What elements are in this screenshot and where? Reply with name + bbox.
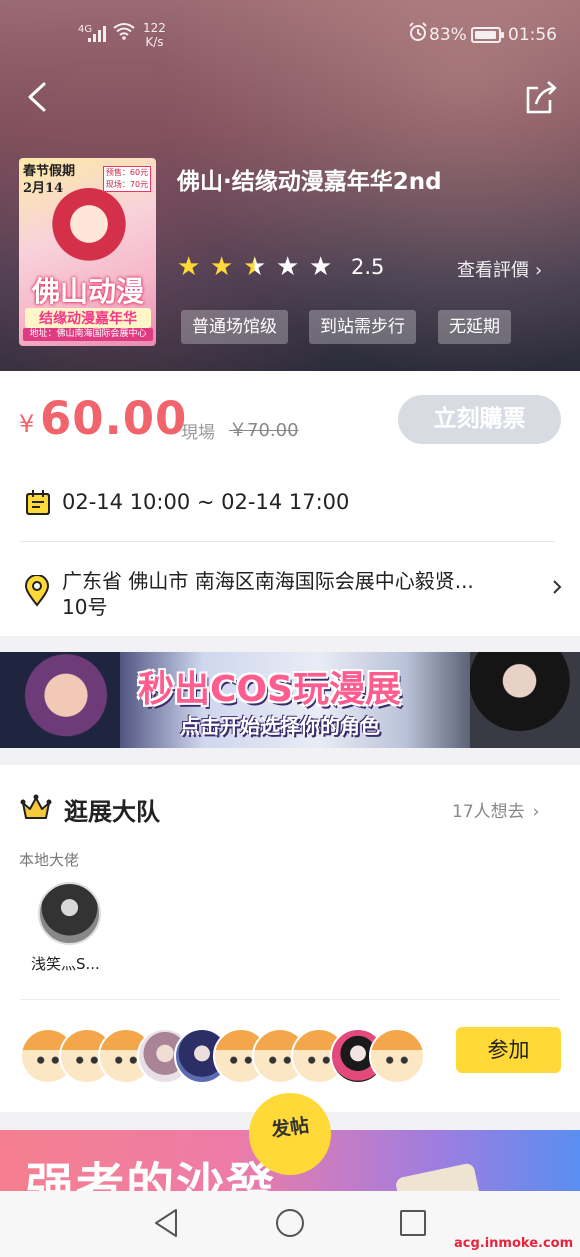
post-button-label: 发帖 (269, 1114, 311, 1142)
onsite-label: 現場 (181, 423, 215, 443)
tag-walk-required: 到站需步行 (309, 310, 416, 344)
banner-subline: 点击开始选择你的角色 (180, 714, 380, 738)
event-poster: 春节假期 2月14 预售：60元 现场：70元 佛山动漫 结缘动漫嘉年华 地址：佛山… (19, 158, 156, 346)
poster-date: 春节假期 2月14 (23, 164, 76, 196)
banner-headline: 秒出COS玩漫展 (138, 669, 401, 710)
star-icon: ★ (243, 252, 267, 282)
buy-ticket-button[interactable]: 立刻購票 (398, 395, 561, 444)
event-title: 佛山·结缘动漫嘉年华2nd (177, 169, 442, 195)
back-button[interactable] (22, 78, 56, 116)
share-icon (526, 81, 557, 114)
poster-venue: 地址：佛山南海国际会展中心 (23, 328, 153, 341)
clock: 01:56 (508, 25, 557, 45)
status-bar: 4G 122 K/s 83% 01:56 (0, 18, 580, 58)
want-to-go-link[interactable]: 17人想去 › (452, 797, 539, 822)
avatar[interactable] (38, 882, 101, 945)
chevron-right-icon: › (532, 802, 540, 822)
join-button[interactable]: 参加 (456, 1027, 561, 1073)
leader-name: 浅笑灬S... (31, 955, 100, 973)
poster-prices: 预售：60元 现场：70元 (103, 166, 151, 192)
chevron-right-icon: › (535, 260, 543, 281)
poster-brand: 佛山动漫 (31, 275, 144, 308)
network-speed: 122 K/s (143, 21, 166, 49)
banner-cosplayer-right (470, 652, 580, 748)
tag-no-delay: 无延期 (438, 310, 511, 344)
view-reviews-link[interactable]: 查看評價 › (457, 256, 542, 282)
cos-promo-banner[interactable]: 秒出COS玩漫展 点击开始选择你的角色 (0, 652, 580, 748)
share-button[interactable] (522, 78, 562, 118)
banner-cosplayer-left (0, 652, 120, 748)
member-avatar[interactable] (369, 1028, 425, 1084)
location-pin-icon (24, 574, 50, 607)
post-button[interactable]: 发帖 (249, 1093, 331, 1175)
address-chevron-icon[interactable] (551, 578, 563, 601)
battery-percent: 83% (429, 25, 467, 45)
nav-home-icon[interactable] (276, 1209, 304, 1237)
star-icon: ★ (276, 252, 300, 282)
local-expert-label: 本地大佬 (19, 851, 80, 869)
star-icon: ★ (309, 252, 333, 282)
alarm-icon (408, 22, 428, 46)
star-icon: ★ (177, 252, 201, 282)
address-line-1[interactable]: 广东省 佛山市 南海区南海国际会展中心毅贤... (62, 565, 474, 594)
watermark: acg.inmoke.com (454, 1236, 574, 1251)
signal-icon (88, 26, 108, 42)
nav-recents-icon[interactable] (400, 1210, 426, 1236)
nav-back-icon[interactable] (152, 1207, 180, 1239)
event-time-range: 02-14 10:00 ~ 02-14 17:00 (62, 490, 350, 514)
divider (20, 541, 555, 542)
calendar-icon (25, 489, 51, 516)
rating-value: 2.5 (351, 255, 385, 279)
poster-character (51, 188, 127, 278)
currency-symbol: ¥ (19, 410, 35, 438)
wifi-icon (113, 22, 135, 45)
address-line-2[interactable]: 10号 (62, 591, 107, 620)
star-icon: ★ (210, 252, 234, 282)
tag-venue-level: 普通场馆级 (181, 310, 288, 344)
original-price: ￥70.00 (229, 420, 299, 441)
ticket-price: 60.00 (40, 392, 188, 445)
group-title: 逛展大队 (64, 798, 160, 826)
event-header: 4G 122 K/s 83% 01:56 春节假期 2月14 预售：60元 现场：70… (0, 0, 580, 371)
poster-subtitle: 结缘动漫嘉年华 (25, 308, 151, 328)
divider (20, 999, 560, 1000)
battery-icon (471, 27, 504, 43)
crown-icon (20, 794, 52, 822)
